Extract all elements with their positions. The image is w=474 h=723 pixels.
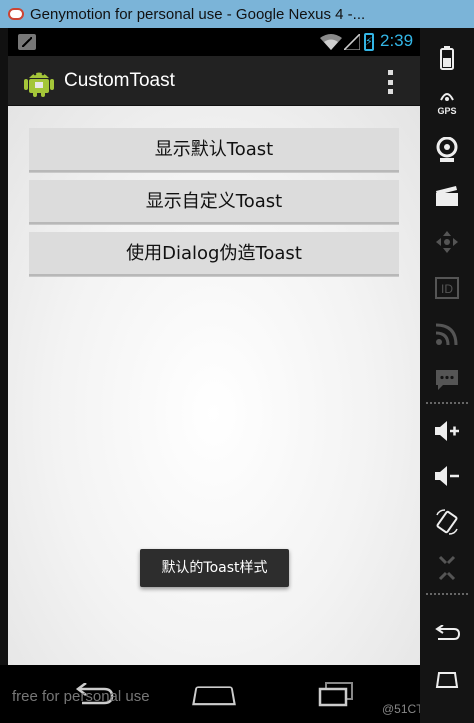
show-custom-toast-button[interactable]: 显示自定义Toast: [29, 180, 399, 224]
clapperboard-icon: [436, 186, 458, 206]
android-app-icon: [24, 72, 54, 97]
genymotion-app-icon: [8, 8, 24, 20]
sidebar-separator: [426, 593, 468, 595]
volume-up-icon: [435, 421, 459, 441]
back-button[interactable]: [420, 614, 474, 654]
id-label: ID: [441, 282, 453, 296]
webcam-icon: [436, 137, 458, 162]
device-id-widget-button[interactable]: ID: [420, 268, 474, 308]
camera-widget-button[interactable]: [420, 130, 474, 170]
overflow-menu-icon[interactable]: [388, 70, 394, 94]
gps-label: GPS: [437, 106, 457, 116]
dpad-icon: [436, 231, 458, 253]
rss-icon: [436, 323, 458, 345]
gps-icon: [440, 93, 454, 101]
rotate-screen-icon: [436, 509, 458, 535]
sidebar-separator: [426, 402, 468, 404]
wifi-icon: [320, 34, 342, 50]
scale-icon: [438, 555, 456, 581]
chat-bubble-icon: [436, 370, 458, 390]
status-clock: 2:39: [380, 31, 414, 50]
notification-icon: [18, 34, 36, 50]
screencast-widget-button[interactable]: [420, 176, 474, 216]
watermark-text: free for personal use: [12, 688, 150, 705]
window-title: Genymotion for personal use - Google Nex…: [30, 5, 366, 23]
battery-icon: [440, 46, 454, 70]
scale-button[interactable]: [420, 548, 474, 588]
phone-screen: 2:39 CustomToast 显示默认Toast 显示自定义Toast 使用…: [8, 28, 420, 665]
show-default-toast-button[interactable]: 显示默认Toast: [29, 128, 399, 172]
volume-down-button[interactable]: [420, 456, 474, 496]
battery-charging-icon: [364, 33, 374, 51]
app-title: CustomToast: [64, 69, 175, 91]
home-icon: [435, 672, 459, 688]
recent-apps-icon[interactable]: [318, 681, 354, 707]
id-icon: ID: [435, 277, 459, 299]
network-widget-button[interactable]: [420, 314, 474, 354]
rotate-button[interactable]: [420, 502, 474, 542]
home-icon[interactable]: [192, 686, 236, 706]
dialog-fake-toast-button[interactable]: 使用Dialog伪造Toast: [29, 232, 399, 276]
back-arrow-icon: [435, 625, 460, 640]
status-bar: 2:39: [8, 28, 420, 56]
volume-up-button[interactable]: [420, 411, 474, 451]
battery-widget-button[interactable]: [420, 38, 474, 78]
sms-widget-button[interactable]: [420, 360, 474, 400]
gps-widget-button[interactable]: GPS: [420, 84, 474, 124]
home-button[interactable]: [420, 660, 474, 700]
dpad-widget-button[interactable]: [420, 222, 474, 262]
action-bar: CustomToast: [8, 56, 420, 106]
signal-icon: [344, 34, 360, 50]
window-titlebar: Genymotion for personal use - Google Nex…: [0, 0, 474, 28]
main-content: 显示默认Toast 显示自定义Toast 使用Dialog伪造Toast 默认的…: [8, 106, 420, 665]
toast-message: 默认的Toast样式: [140, 549, 289, 587]
genymotion-sidebar: GPS ID: [420, 28, 474, 723]
volume-down-icon: [435, 466, 459, 486]
